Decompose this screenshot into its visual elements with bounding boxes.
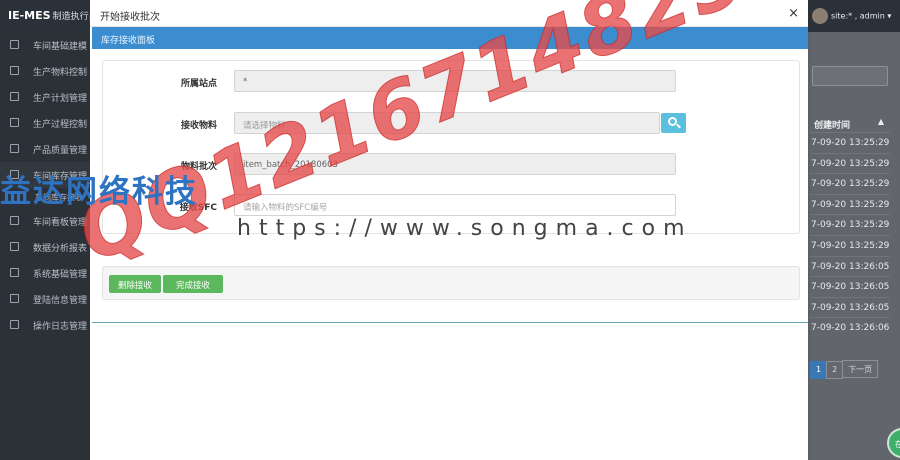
delete-receive-button[interactable]: 删除接收 [109,275,161,293]
background-search-input[interactable] [812,66,888,86]
tasks-icon [10,268,19,277]
table-cell: 7-09-20 13:26:06 [810,317,890,338]
avatar [812,8,828,24]
list-icon [10,294,19,303]
complete-receive-button[interactable]: 完成接收 [163,275,223,293]
brand-name: IE-MES [8,9,51,22]
list-icon [10,144,19,153]
sidebar-item-data-reports[interactable]: 数据分析报表 [0,234,92,260]
table-cell: 7-09-20 13:26:05 [810,276,890,297]
table-cell: 7-09-20 13:25:29 [810,173,890,194]
tasks-icon [10,118,19,127]
background-table: 创建时间 ▲ 7-09-20 13:25:29 7-09-20 13:25:29 … [810,112,890,338]
table-cell: 7-09-20 13:25:29 [810,152,890,174]
action-bar: 删除接收 完成接收 [102,266,800,300]
sidebar-item-process-control[interactable]: 生产过程控制 [0,110,92,136]
sidebar-item-operation-log[interactable]: 操作日志管理 [0,312,92,338]
pagination: 1 2 下一页 [810,360,879,379]
calendar-icon [10,92,19,101]
page-2-button[interactable]: 2 [826,361,844,379]
table-cell: 7-09-20 13:26:05 [810,255,890,277]
watermark-company: 益达网络科技 [0,174,198,210]
site-label: 所属站点 [180,79,217,89]
sidebar-item-material-control[interactable]: 生产物料控制 [0,58,92,84]
user-label: site:* , admin ▾ [831,11,892,21]
sort-icon: ▲ [877,117,884,126]
sidebar-item-plan-management[interactable]: 生产计划管理 [0,84,92,110]
column-header-created-time[interactable]: 创建时间 ▲ [810,112,890,132]
sidebar: 车间基础建模 生产物料控制 生产计划管理 生产过程控制 产品质量管理 车间库存管… [0,32,92,460]
next-page-button[interactable]: 下一页 [842,360,879,378]
modal-title: 开始接收批次 [100,12,160,23]
close-icon[interactable]: × [788,6,799,21]
table-cell: 7-09-20 13:25:29 [810,234,890,256]
table-cell: 7-09-20 13:25:29 [810,132,890,153]
table-cell: 7-09-20 13:26:05 [810,296,890,318]
sidebar-item-login-info[interactable]: 登陆信息管理 [0,286,92,312]
table-cell: 7-09-20 13:25:29 [810,214,890,235]
table-cell: 7-09-20 13:25:29 [810,193,890,215]
app-brand[interactable]: IE-MES 制造执行系 [8,9,98,22]
calendar-icon [10,242,19,251]
sidebar-item-system-management[interactable]: 系统基础管理 [0,260,92,286]
edit-icon [10,66,19,75]
edit-icon [10,216,19,225]
user-menu[interactable]: site:* , admin ▾ [812,8,891,24]
sidebar-item-quality-management[interactable]: 产品质量管理 [0,136,92,162]
sidebar-item-workshop-modeling[interactable]: 车间基础建模 [0,32,92,58]
material-search-button[interactable] [661,113,686,133]
home-icon [10,320,19,329]
divider [92,322,808,323]
home-icon [10,40,19,49]
search-icon [668,117,677,126]
material-label: 接收物料 [180,121,217,131]
page-1-button[interactable]: 1 [810,361,828,379]
watermark-url: https://www.songma.com [237,216,693,241]
